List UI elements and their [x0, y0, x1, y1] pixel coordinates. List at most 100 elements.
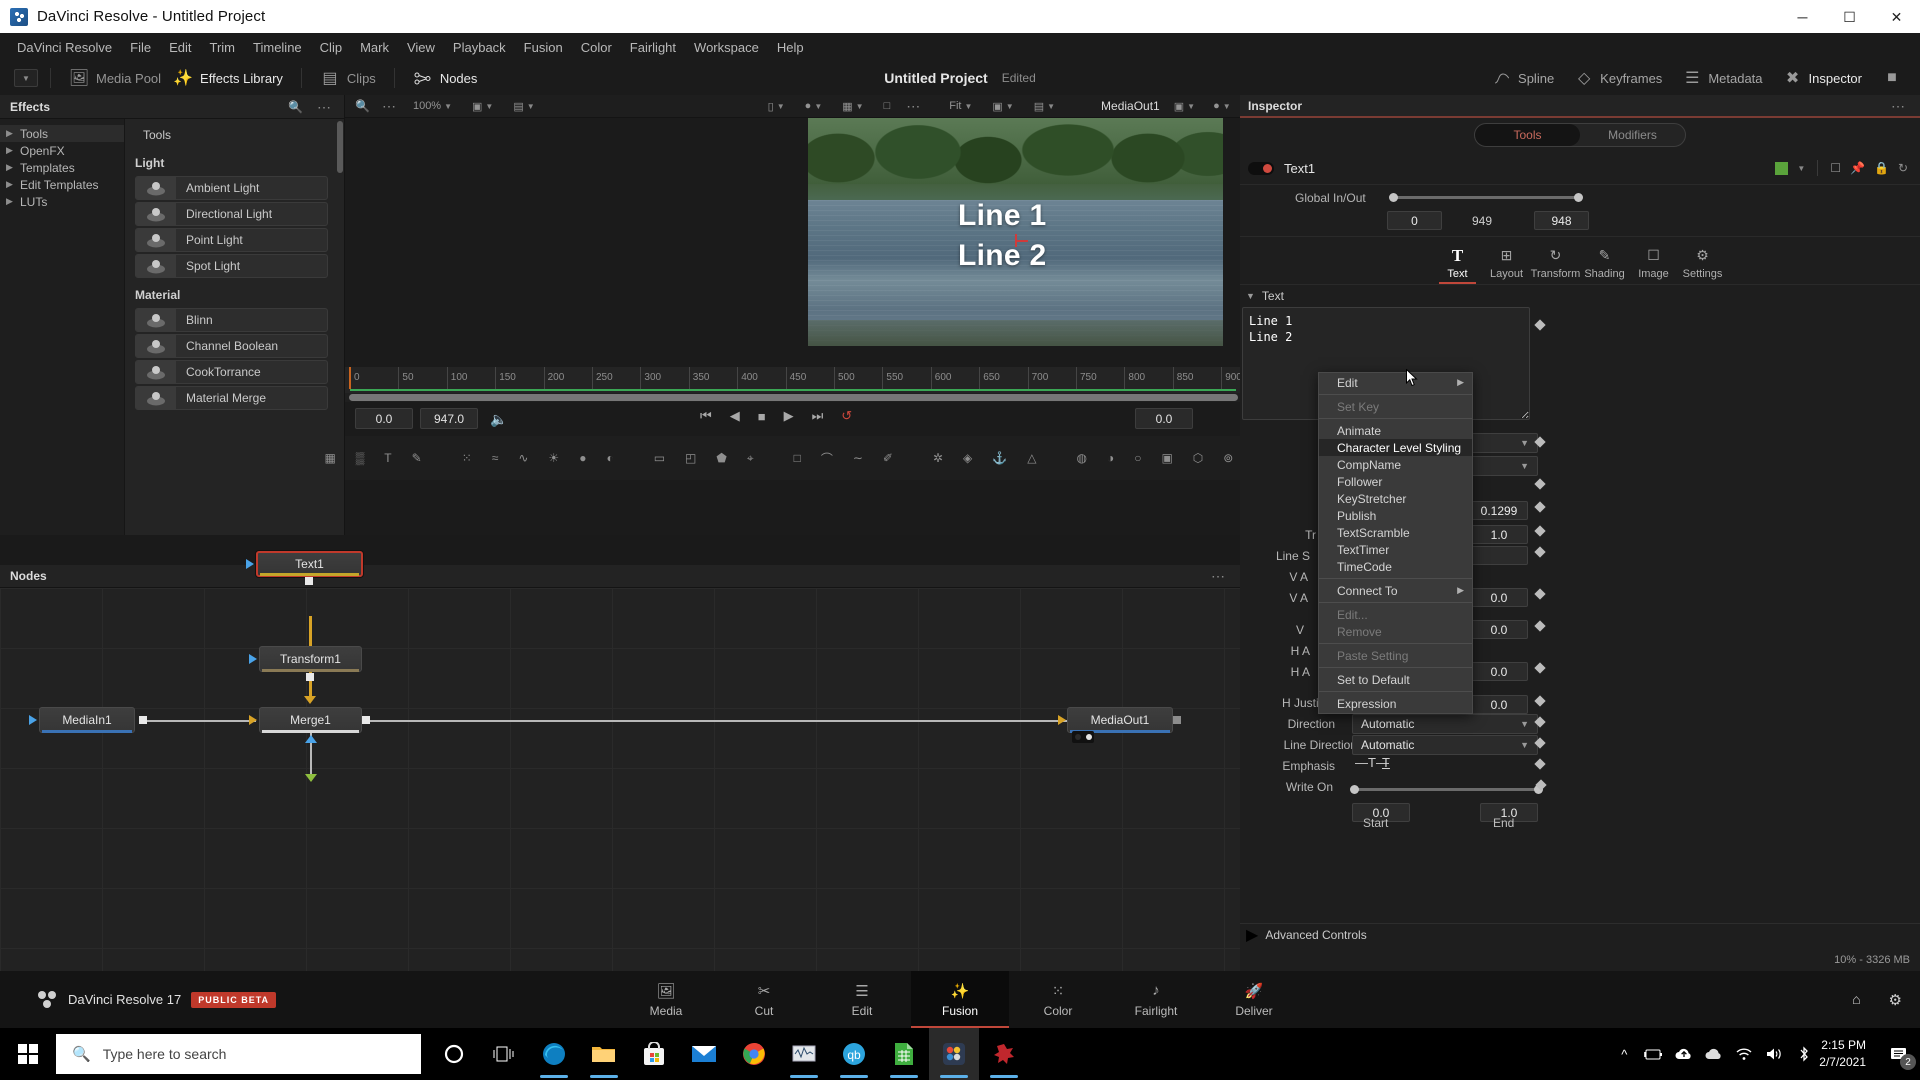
menu-item-file[interactable]: File [121, 37, 160, 58]
bluetooth-icon[interactable] [1789, 1028, 1819, 1080]
global-in-knob[interactable] [1389, 193, 1398, 202]
context-menu-item-set-to-default[interactable]: Set to Default [1319, 671, 1472, 688]
node-transform1-input-arrow[interactable] [249, 654, 257, 664]
context-menu-item-character-level-styling[interactable]: Character Level Styling [1319, 439, 1472, 456]
node-text1-output-handle[interactable] [305, 577, 313, 585]
menu-item-fusion[interactable]: Fusion [515, 37, 572, 58]
viewer-frame-button[interactable]: □ [880, 98, 895, 114]
v-anchor-value-field[interactable]: 0.0 [1470, 588, 1528, 607]
menu-item-timeline[interactable]: Timeline [244, 37, 311, 58]
v-justify-keyframe[interactable] [1534, 620, 1546, 632]
file-explorer-icon[interactable] [579, 1028, 629, 1080]
page-tab-deliver[interactable]: 🚀 Deliver [1205, 971, 1303, 1028]
line-direction-select[interactable]: Automatic ▼ [1352, 735, 1538, 755]
viewer-output-color-button[interactable]: ● ▼ [1209, 98, 1235, 114]
toolbar-metadata[interactable]: ☰ Metadata [1674, 66, 1770, 90]
red-splat-icon[interactable] [979, 1028, 1029, 1080]
wifi-icon[interactable] [1729, 1028, 1759, 1080]
node-mediain1-output-handle[interactable] [139, 716, 147, 724]
menu-item-help[interactable]: Help [768, 37, 813, 58]
show-hidden-icons[interactable]: ^ [1609, 1028, 1639, 1080]
page-tab-cut[interactable]: ✂ Cut [715, 971, 813, 1028]
context-menu-item-texttimer[interactable]: TextTimer [1319, 541, 1472, 558]
mail-icon[interactable] [679, 1028, 729, 1080]
delta-keyer-icon[interactable]: ◑ [1107, 449, 1114, 468]
close-button[interactable]: ✕ [1873, 0, 1920, 33]
onedrive-upload-icon[interactable] [1669, 1028, 1699, 1080]
page-tab-fairlight[interactable]: ♪ Fairlight [1107, 971, 1205, 1028]
toolbar-media-pool[interactable]: 🖼 Media Pool [63, 67, 167, 89]
viewer-options-icon[interactable]: ⋯ [382, 99, 397, 113]
reset-icon[interactable]: ↻ [1898, 161, 1908, 175]
menu-item-edit[interactable]: Edit [160, 37, 200, 58]
menu-item-view[interactable]: View [398, 37, 444, 58]
merge-tool-icon[interactable]: ◰ [685, 449, 696, 468]
inspector-options-icon[interactable]: ⋯ [1891, 99, 1920, 113]
viewer-more-options-icon[interactable]: ⋯ [906, 99, 921, 113]
context-menu-item-animate[interactable]: Animate [1319, 422, 1472, 439]
context-menu-item-textscramble[interactable]: TextScramble [1319, 524, 1472, 541]
background-tool-icon[interactable]: ▦ [324, 449, 335, 468]
play-icon[interactable]: ▶ [784, 408, 794, 424]
text-section-header[interactable]: ▼ Text [1240, 285, 1920, 307]
context-menu-item-edit[interactable]: Edit ▶ [1319, 374, 1472, 391]
emphasis-keyframe[interactable] [1534, 758, 1546, 770]
tab-tools[interactable]: Tools [1475, 124, 1580, 146]
menu-item-mark[interactable]: Mark [351, 37, 398, 58]
write-on-slider[interactable] [1352, 788, 1540, 791]
transform-tool-icon[interactable]: ⌖ [747, 449, 754, 468]
viewer-zoom-dropdown[interactable]: 100% ▼ [409, 98, 456, 114]
viewer-timeline-ruler[interactable]: 0 50 100 150 200 250 300 350 400 450 500 550 600 650 7… [345, 367, 1242, 393]
effect-item-directional-light[interactable]: Directional Light [135, 202, 328, 226]
curve-tool-icon[interactable]: ≈ [492, 449, 499, 468]
maximize-button[interactable]: ☐ [1826, 0, 1873, 33]
skip-start-icon[interactable]: ⏮ [700, 408, 712, 424]
inspector-tab-image[interactable]: ☐ Image [1629, 246, 1678, 284]
viewer-fit-dropdown[interactable]: Fit ▼ [945, 98, 976, 114]
3d-icon[interactable]: ⬡ [1193, 449, 1203, 468]
inspector-tab-layout[interactable]: ⊞ Layout [1482, 246, 1531, 284]
v-anchor-keyframe[interactable] [1534, 588, 1546, 600]
layout-dropdown-button[interactable]: ▼ [14, 69, 38, 87]
node-mediaout1-badges[interactable] [1072, 731, 1094, 743]
global-out-field[interactable]: 948 [1534, 211, 1589, 230]
param-2-value-field[interactable] [1470, 546, 1528, 565]
render3d-icon[interactable]: ⊚ [1223, 449, 1233, 468]
effects-scrollbar[interactable] [337, 121, 343, 173]
context-menu-item-compname[interactable]: CompName [1319, 456, 1472, 473]
viewer-b-display-button[interactable]: ▤ ▼ [1030, 98, 1059, 115]
h-justify-keyframe[interactable] [1534, 695, 1546, 707]
toolbar-inspector[interactable]: ✖ Inspector [1775, 66, 1870, 90]
menu-item-davinci-resolve[interactable]: DaVinci Resolve [8, 37, 121, 58]
node-merge1-input-arrow[interactable] [249, 715, 257, 725]
toolbar-overflow[interactable]: ■ [1874, 66, 1910, 90]
tool-enable-toggle[interactable] [1248, 161, 1274, 175]
viewer-roi-button[interactable]: ▯ ▼ [764, 98, 789, 115]
matte-icon[interactable]: ▣ [1161, 449, 1172, 468]
bspline-icon[interactable]: ⌒ [821, 449, 833, 468]
toolbar-nodes[interactable]: Nodes [407, 67, 484, 89]
menu-item-fairlight[interactable]: Fairlight [621, 37, 685, 58]
node-merge1[interactable]: Merge1 [259, 707, 362, 733]
node-merge1-mask-arrow[interactable] [305, 735, 317, 743]
minimize-button[interactable]: ─ [1779, 0, 1826, 33]
global-in-field[interactable]: 0 [1387, 211, 1442, 230]
node-mediaout1[interactable]: MediaOut1 [1067, 707, 1173, 733]
stop-icon[interactable]: ■ [758, 409, 766, 424]
cloud-icon[interactable] [1699, 1028, 1729, 1080]
node-mediaout1-output-handle[interactable] [1173, 716, 1181, 724]
edge-icon[interactable] [529, 1028, 579, 1080]
right-frame-field[interactable]: 0.0 [1135, 408, 1193, 429]
menu-item-trim[interactable]: Trim [201, 37, 245, 58]
inspector-tab-shading[interactable]: ✎ Shading [1580, 246, 1629, 284]
effect-item-spot-light[interactable]: Spot Light [135, 254, 328, 278]
context-menu-item-connect-to[interactable]: Connect To ▶ [1319, 582, 1472, 599]
cortana-icon[interactable] [429, 1028, 479, 1080]
effects-tree-item-luts[interactable]: ▶ LUTs [0, 193, 124, 210]
home-icon[interactable]: ⌂ [1852, 991, 1860, 1009]
global-in-out-slider[interactable] [1392, 196, 1580, 199]
start-button[interactable] [0, 1028, 56, 1080]
effect-item-ambient-light[interactable]: Ambient Light [135, 176, 328, 200]
h-anchor-value-field[interactable]: 0.0 [1470, 662, 1528, 681]
effect-item-point-light[interactable]: Point Light [135, 228, 328, 252]
